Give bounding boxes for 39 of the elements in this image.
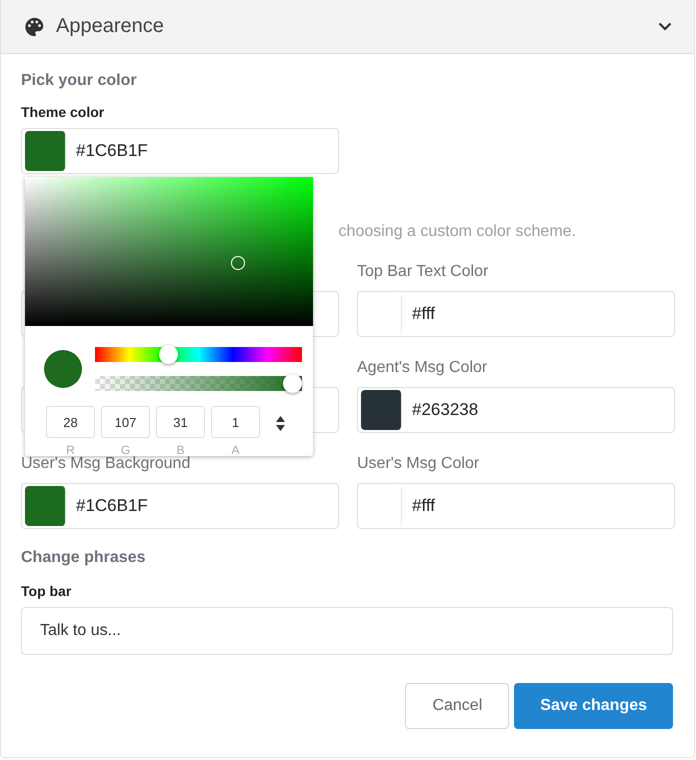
saturation-area[interactable] <box>25 177 313 326</box>
up-down-icon[interactable] <box>276 416 285 431</box>
channel-label: A <box>231 443 240 457</box>
text-field[interactable]: Talk to us... <box>21 607 673 655</box>
save-button[interactable]: Save changes <box>514 683 673 729</box>
section-heading: Pick your color <box>21 72 138 90</box>
field-label: Agent's Msg Color <box>357 359 488 376</box>
channel-label: R <box>66 443 75 457</box>
field-label: User's Msg Background <box>21 455 190 472</box>
chevron-icon[interactable] <box>658 22 672 31</box>
section-heading: Change phrases <box>21 549 146 567</box>
channel-label: B <box>176 443 184 457</box>
picker-handle[interactable] <box>230 256 245 270</box>
color-field[interactable]: #fff <box>357 291 675 337</box>
field-label: Theme color <box>21 104 106 120</box>
color-field[interactable]: #1C6B1F <box>21 483 339 529</box>
field-label: User's Msg Color <box>357 455 480 472</box>
section-title: Appearence <box>56 15 165 38</box>
channel-input[interactable]: 28 <box>46 406 95 438</box>
color-field[interactable]: #263238 <box>357 387 675 433</box>
color-swatch[interactable] <box>25 131 66 171</box>
palette-icon <box>23 16 46 38</box>
color-preview <box>44 350 82 388</box>
cancel-button[interactable]: Cancel <box>405 683 510 729</box>
channel-input[interactable]: 107 <box>101 406 150 438</box>
field-label: Top bar <box>21 583 72 599</box>
color-swatch[interactable] <box>361 390 402 430</box>
field-label: Top Bar Text Color <box>357 263 488 280</box>
color-field[interactable]: #1C6B1F <box>21 128 339 174</box>
channel-input[interactable]: 31 <box>156 406 205 438</box>
slider-thumb[interactable] <box>158 345 178 364</box>
color-swatch[interactable] <box>25 486 66 526</box>
channel-label: G <box>120 443 130 457</box>
color-field[interactable]: #fff <box>357 483 675 529</box>
slider-thumb[interactable] <box>283 374 302 393</box>
description-text: choosing a custom color scheme. <box>338 223 576 241</box>
channel-input[interactable]: 1 <box>211 406 260 438</box>
hue-slider[interactable] <box>95 345 302 364</box>
alpha-slider[interactable] <box>95 374 302 393</box>
